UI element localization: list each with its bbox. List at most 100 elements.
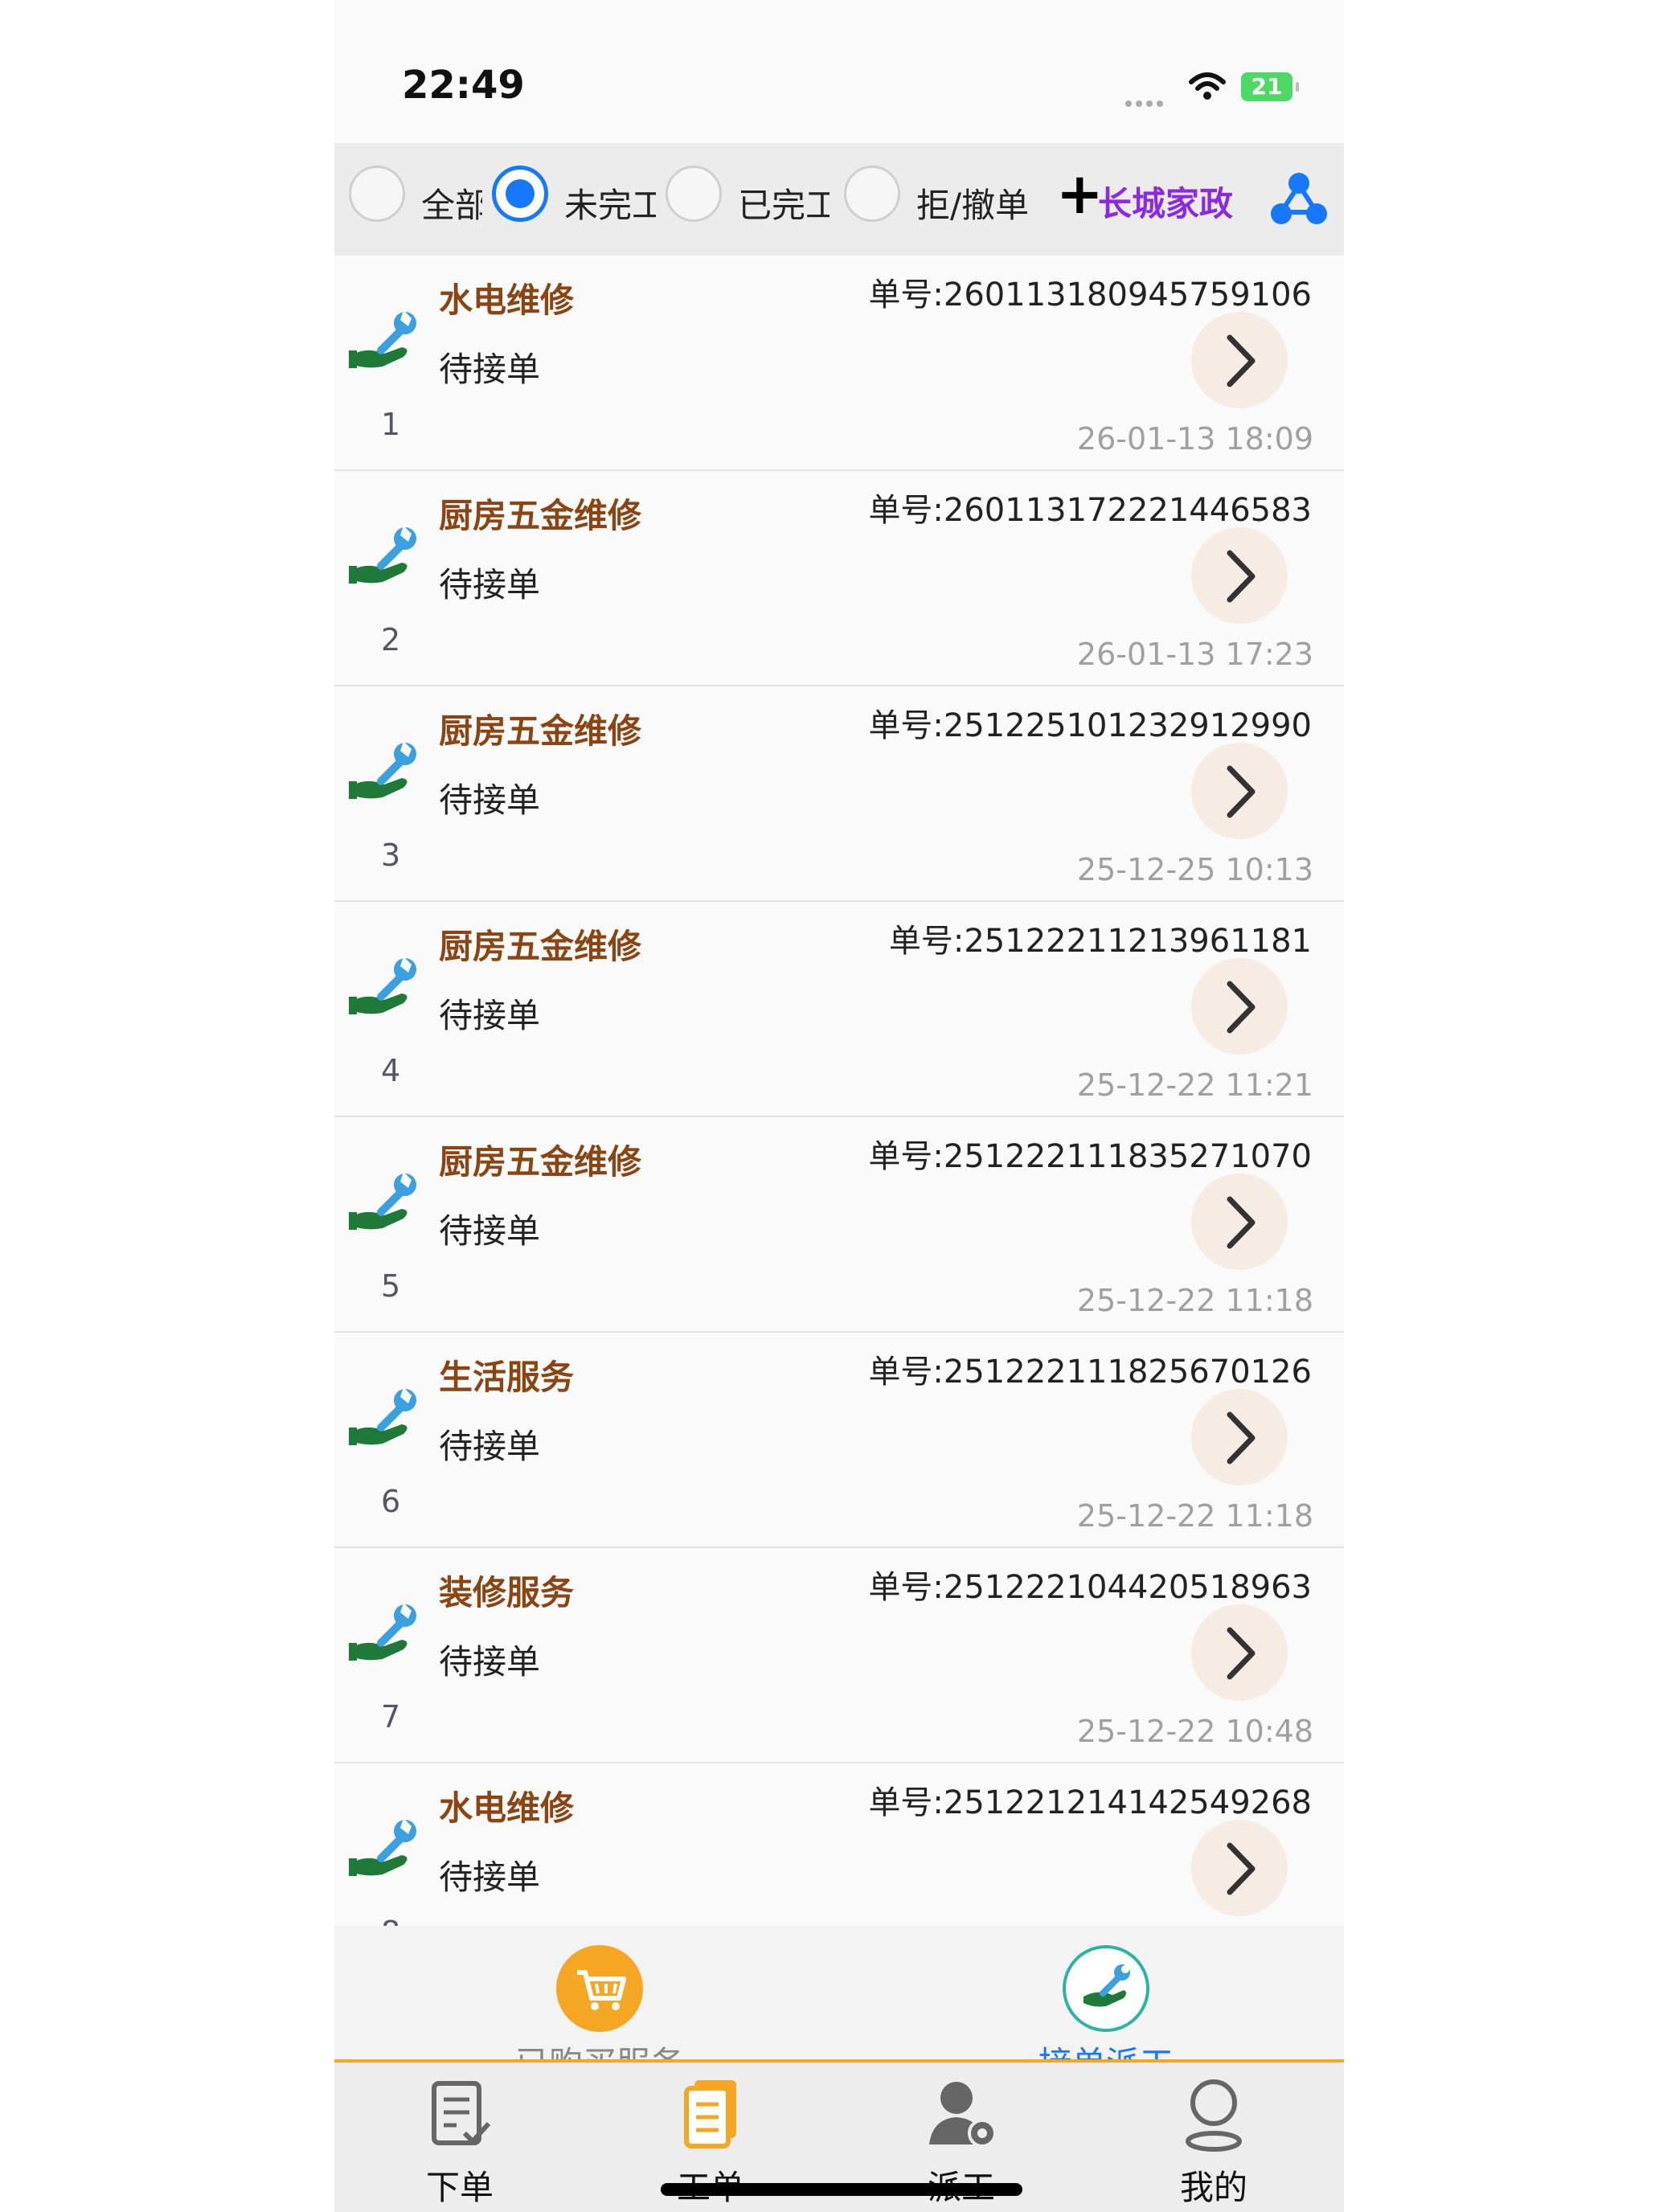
home-indicator[interactable] [661,2183,1022,2196]
radio-unfinished-label[interactable]: 未完工 [564,178,656,227]
order-status: 待接单 [439,780,541,820]
order-index: 8 [381,1915,400,1926]
order-number: 单号:260113172221446583 [868,492,1312,529]
add-icon[interactable]: + [1056,166,1104,222]
order-form-icon [432,2081,491,2145]
chevron-right-icon [1227,765,1256,818]
tab-order-label: 下单 [425,2168,494,2207]
order-index: 1 [381,407,401,442]
chevron-right-icon [1227,1842,1256,1895]
status-bar: 22:49 21 [334,0,1344,143]
service-hand-icon [349,956,416,1014]
order-title: 生活服务 [439,1358,575,1397]
order-detail-button[interactable] [1191,312,1288,408]
order-date: 25-12-22 11:21 [1076,1067,1313,1103]
chevron-right-icon [1227,334,1256,387]
order-status: 待接单 [439,996,541,1035]
order-status: 待接单 [439,565,541,604]
order-index: 5 [381,1268,401,1304]
order-number: 单号:251225101232912990 [868,707,1312,744]
order-title: 厨房五金维修 [439,496,642,535]
order-status: 待接单 [439,1642,541,1682]
order-detail-button[interactable] [1191,1389,1288,1485]
purchased-services-tab[interactable]: 已购买服务 [479,1945,720,2069]
order-detail-button[interactable] [1191,1174,1288,1270]
dispatch-hand-icon [1063,1945,1149,2032]
order-index: 7 [381,1699,401,1735]
order-row[interactable]: 6 生活服务 待接单 单号:251222111825670126 25-12-2… [334,1333,1344,1548]
order-status: 待接单 [439,1211,541,1251]
order-row[interactable]: 2 厨房五金维修 待接单 单号:260113172221446583 26-01… [334,471,1344,686]
order-row[interactable]: 5 厨房五金维修 待接单 单号:251222111835271070 25-12… [334,1117,1344,1333]
radio-all-label[interactable]: 全部 [421,178,482,227]
order-number: 单号:25122211213961181 [888,923,1312,960]
order-list[interactable]: 1 水电维修 待接单 单号:260113180945759106 26-01-1… [334,256,1344,1926]
order-number: 单号:251222111835271070 [868,1138,1312,1175]
brand-name[interactable]: 长城家政 [1098,177,1233,226]
order-date: 26-01-13 17:23 [1076,637,1313,672]
share-icon[interactable] [1270,170,1328,227]
battery-indicator: 21 [1241,72,1299,101]
service-hand-icon [349,1387,416,1445]
order-date: 25-12-22 10:48 [1076,1714,1313,1749]
cart-icon [556,1945,643,2032]
order-number: 单号:251222111825670126 [868,1354,1312,1391]
order-row[interactable]: 3 厨房五金维修 待接单 单号:251225101232912990 25-12… [334,686,1344,902]
order-date: 26-01-13 18:09 [1076,421,1313,457]
order-row[interactable]: 8 水电维修 待接单 单号:251221214142549268 [334,1763,1344,1926]
tab-mine-label: 我的 [1179,2168,1247,2207]
phone-screen: 22:49 21 全部 未完工 已完工 拒/撤单 + 长城家政 1 水电维修 待… [334,0,1344,2212]
chevron-right-icon [1227,550,1256,603]
chevron-right-icon [1227,981,1256,1034]
service-hand-icon [349,310,416,368]
order-index: 2 [381,622,401,657]
order-index: 3 [381,838,401,873]
order-row[interactable]: 7 装修服务 待接单 单号:251222104420518963 25-12-2… [334,1548,1344,1763]
order-number: 单号:251221214142549268 [868,1784,1312,1821]
order-title: 装修服务 [439,1573,575,1612]
sub-navigation: 已购买服务 接单派工 [334,1926,1344,2069]
dispatch-tab[interactable]: 接单派工 [985,1945,1227,2069]
service-hand-icon [349,526,416,584]
workorder-doc-icon [684,2080,736,2149]
order-title: 水电维修 [439,281,575,320]
order-title: 水电维修 [439,1788,575,1828]
order-row[interactable]: 4 厨房五金维修 待接单 单号:25122211213961181 25-12-… [334,902,1344,1117]
wifi-icon [1189,72,1226,100]
order-detail-button[interactable] [1191,1604,1288,1701]
cellular-signal-icon [1125,95,1167,110]
profile-icon [1186,2079,1242,2152]
chevron-right-icon [1227,1196,1256,1249]
service-hand-icon [349,1818,416,1876]
radio-finished[interactable] [666,166,722,222]
order-status: 待接单 [439,1858,541,1897]
order-number: 单号:260113180945759106 [868,276,1312,313]
chevron-right-icon [1227,1411,1256,1464]
radio-finished-label[interactable]: 已完工 [738,178,830,227]
order-detail-button[interactable] [1191,958,1288,1055]
service-hand-icon [349,1172,416,1230]
order-index: 4 [381,1053,401,1088]
radio-rejected[interactable] [844,166,900,222]
radio-unfinished[interactable] [492,166,548,222]
tab-mine[interactable]: 我的 [1133,2077,1294,2210]
radio-rejected-label[interactable]: 拒/撤单 [916,178,1037,227]
order-detail-button[interactable] [1191,527,1288,624]
order-title: 厨房五金维修 [439,1142,642,1182]
worker-gear-icon [929,2082,997,2148]
order-date: 25-12-22 11:18 [1076,1283,1313,1318]
order-date: 25-12-22 11:18 [1076,1498,1313,1534]
order-detail-button[interactable] [1191,1820,1288,1916]
order-status: 待接单 [439,1427,541,1466]
service-hand-icon [349,741,416,799]
order-status: 待接单 [439,350,541,389]
order-detail-button[interactable] [1191,743,1288,839]
service-hand-icon [349,1603,416,1661]
tab-order[interactable]: 下单 [379,2077,540,2210]
status-time: 22:49 [402,63,525,108]
radio-all[interactable] [349,166,405,222]
filter-bar: 全部 未完工 已完工 拒/撤单 + 长城家政 [334,143,1344,257]
order-date: 25-12-25 10:13 [1076,852,1313,887]
order-row[interactable]: 1 水电维修 待接单 单号:260113180945759106 26-01-1… [334,256,1344,471]
order-number: 单号:251222104420518963 [868,1569,1312,1606]
